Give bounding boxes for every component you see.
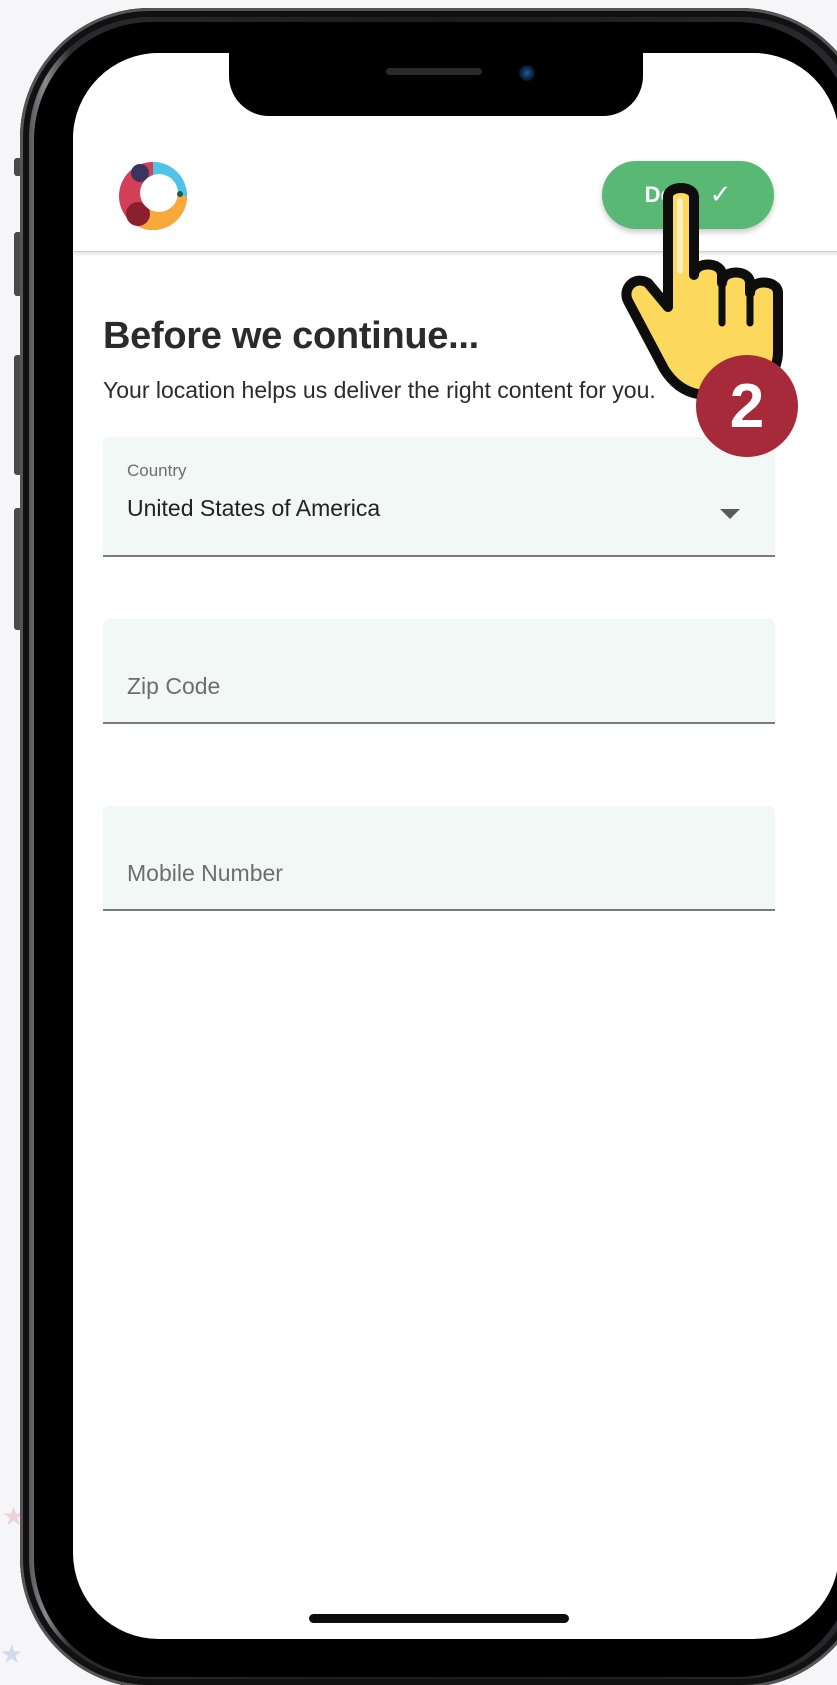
country-select[interactable]: Country United States of America: [103, 437, 775, 557]
phone-speaker: [386, 68, 482, 75]
page-title: Before we continue...: [103, 315, 479, 357]
app-logo: [119, 162, 187, 230]
decorative-star-icon: ★: [0, 1640, 24, 1670]
tutorial-screenshot: ★ ★ Done ✓ Before we continue... Y: [0, 0, 837, 1685]
zip-code-placeholder: Zip Code: [127, 673, 221, 699]
phone-camera: [519, 65, 535, 81]
page-subtitle: Your location helps us deliver the right…: [103, 377, 656, 403]
home-indicator: [309, 1614, 569, 1623]
mobile-number-field[interactable]: Mobile Number: [103, 806, 775, 911]
mobile-number-placeholder: Mobile Number: [127, 860, 283, 886]
country-value: United States of America: [127, 495, 381, 521]
phone-notch: [229, 53, 643, 116]
zip-code-field[interactable]: Zip Code: [103, 619, 775, 724]
step-number-badge: 2: [696, 355, 798, 457]
dropdown-arrow-icon[interactable]: [720, 509, 740, 519]
country-label: Country: [127, 461, 187, 480]
